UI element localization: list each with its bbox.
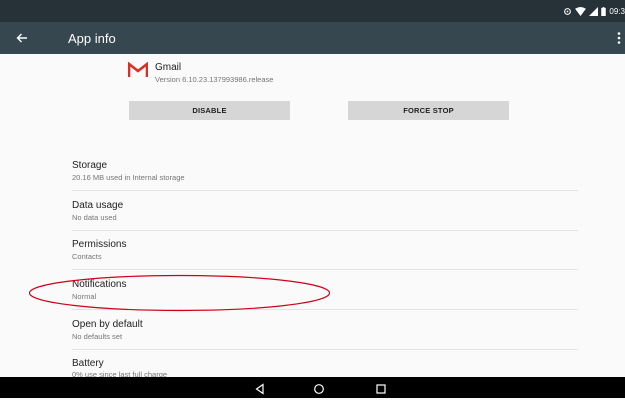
sync-icon bbox=[564, 7, 572, 15]
status-bar: 09:3 bbox=[0, 0, 625, 22]
setting-title: Data usage bbox=[72, 200, 124, 211]
setting-subtitle: Contacts bbox=[72, 252, 102, 261]
arrow-back-icon bbox=[16, 33, 27, 43]
setting-row-storage[interactable]: Storage 20.16 MB used in Internal storag… bbox=[72, 150, 578, 191]
recents-square-icon bbox=[376, 384, 386, 394]
setting-title: Storage bbox=[72, 160, 108, 171]
nav-home-button[interactable] bbox=[313, 382, 325, 394]
setting-subtitle: 20.16 MB used in Internal storage bbox=[72, 173, 185, 182]
overflow-menu-button[interactable] bbox=[616, 31, 622, 45]
app-name: Gmail bbox=[155, 62, 182, 73]
signal-icon bbox=[589, 6, 599, 16]
disable-button[interactable]: DISABLE bbox=[129, 101, 290, 120]
app-header: Gmail Version 6.10.23.137993986.release bbox=[128, 62, 448, 92]
setting-title: Open by default bbox=[72, 319, 143, 330]
nav-back-button[interactable] bbox=[254, 382, 266, 395]
gmail-icon bbox=[128, 62, 148, 77]
battery-icon bbox=[601, 6, 607, 16]
setting-row-data-usage[interactable]: Data usage No data used bbox=[72, 190, 578, 231]
wifi-icon bbox=[575, 6, 587, 16]
setting-title: Battery bbox=[72, 358, 104, 369]
setting-title: Permissions bbox=[72, 239, 127, 250]
setting-row-open-by-default[interactable]: Open by default No defaults set bbox=[72, 309, 578, 350]
app-bar: App info bbox=[0, 22, 625, 54]
navigation-bar bbox=[0, 377, 625, 398]
back-button[interactable] bbox=[14, 30, 30, 46]
app-version: Version 6.10.23.137993986.release bbox=[155, 75, 274, 84]
more-vert-icon bbox=[617, 32, 621, 44]
setting-subtitle: Normal bbox=[72, 292, 97, 301]
setting-subtitle: No data used bbox=[72, 213, 117, 222]
nav-recents-button[interactable] bbox=[375, 382, 387, 394]
setting-row-notifications[interactable]: Notifications Normal bbox=[72, 269, 578, 310]
setting-title: Notifications bbox=[72, 279, 127, 290]
status-icons: 09:3 bbox=[563, 4, 625, 18]
setting-subtitle: No defaults set bbox=[72, 332, 123, 341]
home-circle-icon bbox=[314, 384, 324, 394]
force-stop-button[interactable]: FORCE STOP bbox=[348, 101, 509, 120]
status-time: 09:3 bbox=[609, 6, 625, 16]
setting-row-permissions[interactable]: Permissions Contacts bbox=[72, 229, 578, 270]
back-triangle-icon bbox=[255, 383, 264, 395]
page-title: App info bbox=[68, 31, 116, 46]
